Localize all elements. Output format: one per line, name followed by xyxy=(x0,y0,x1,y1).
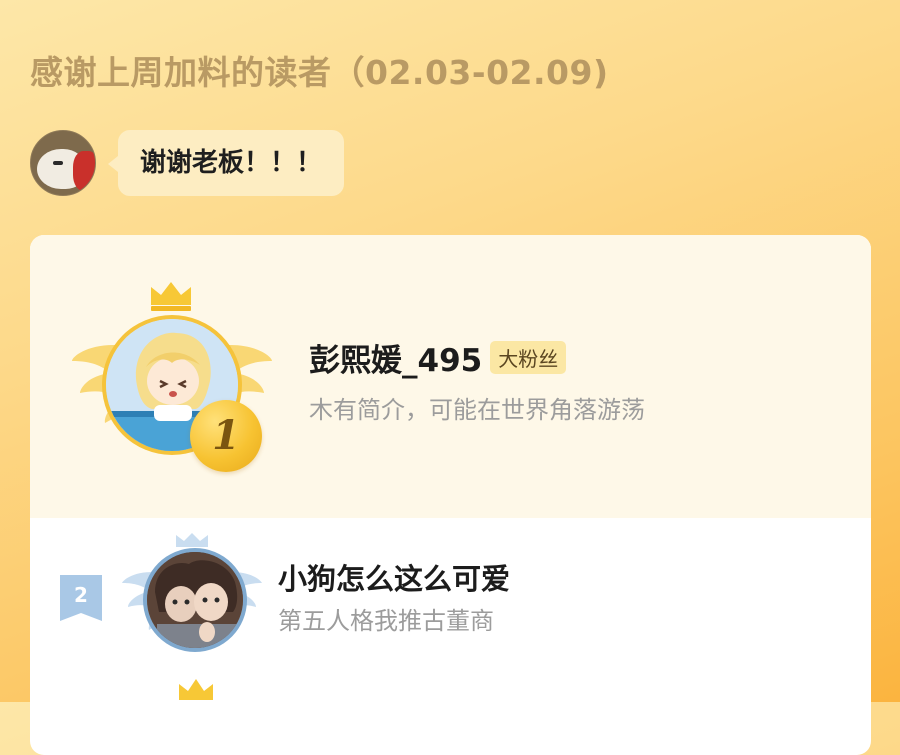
rank-1-badge-icon: 1 xyxy=(190,400,262,472)
fan-level-badge: 大粉丝 xyxy=(490,341,567,374)
page-title: 感谢上周加料的读者（02.03-02.09) xyxy=(30,53,609,92)
avatar-illustration xyxy=(147,552,243,648)
author-message-row: 谢谢老板！！！ xyxy=(30,130,345,196)
rank-2-number: 2 xyxy=(74,583,88,607)
ranking-item-1[interactable]: 1 彭熙媛_495 大粉丝 木有简介，可能在世界角落游荡 xyxy=(30,235,871,518)
author-avatar[interactable] xyxy=(30,130,96,196)
second-fan-bio: 第五人格我推古董商 xyxy=(278,607,494,635)
top-fan-bio: 木有简介，可能在世界角落游荡 xyxy=(309,396,645,424)
second-fan-avatar[interactable] xyxy=(143,548,247,652)
ranking-item-2[interactable]: 2 小狗怎么这么可爱 第五人格我推古董商 xyxy=(30,518,871,668)
top-fan-name[interactable]: 彭熙媛_495 xyxy=(309,335,482,380)
author-message-bubble: 谢谢老板！！！ xyxy=(107,130,345,196)
second-fan-name[interactable]: 小狗怎么这么可爱 xyxy=(278,556,510,598)
ranking-card: 1 彭熙媛_495 大粉丝 木有简介，可能在世界角落游荡 2 小狗怎么这么可爱 … xyxy=(30,235,871,755)
top-fan-name-row: 彭熙媛_495 大粉丝 xyxy=(309,335,567,380)
crown-icon xyxy=(151,282,191,311)
rank-2-ribbon-icon: 2 xyxy=(60,575,102,621)
